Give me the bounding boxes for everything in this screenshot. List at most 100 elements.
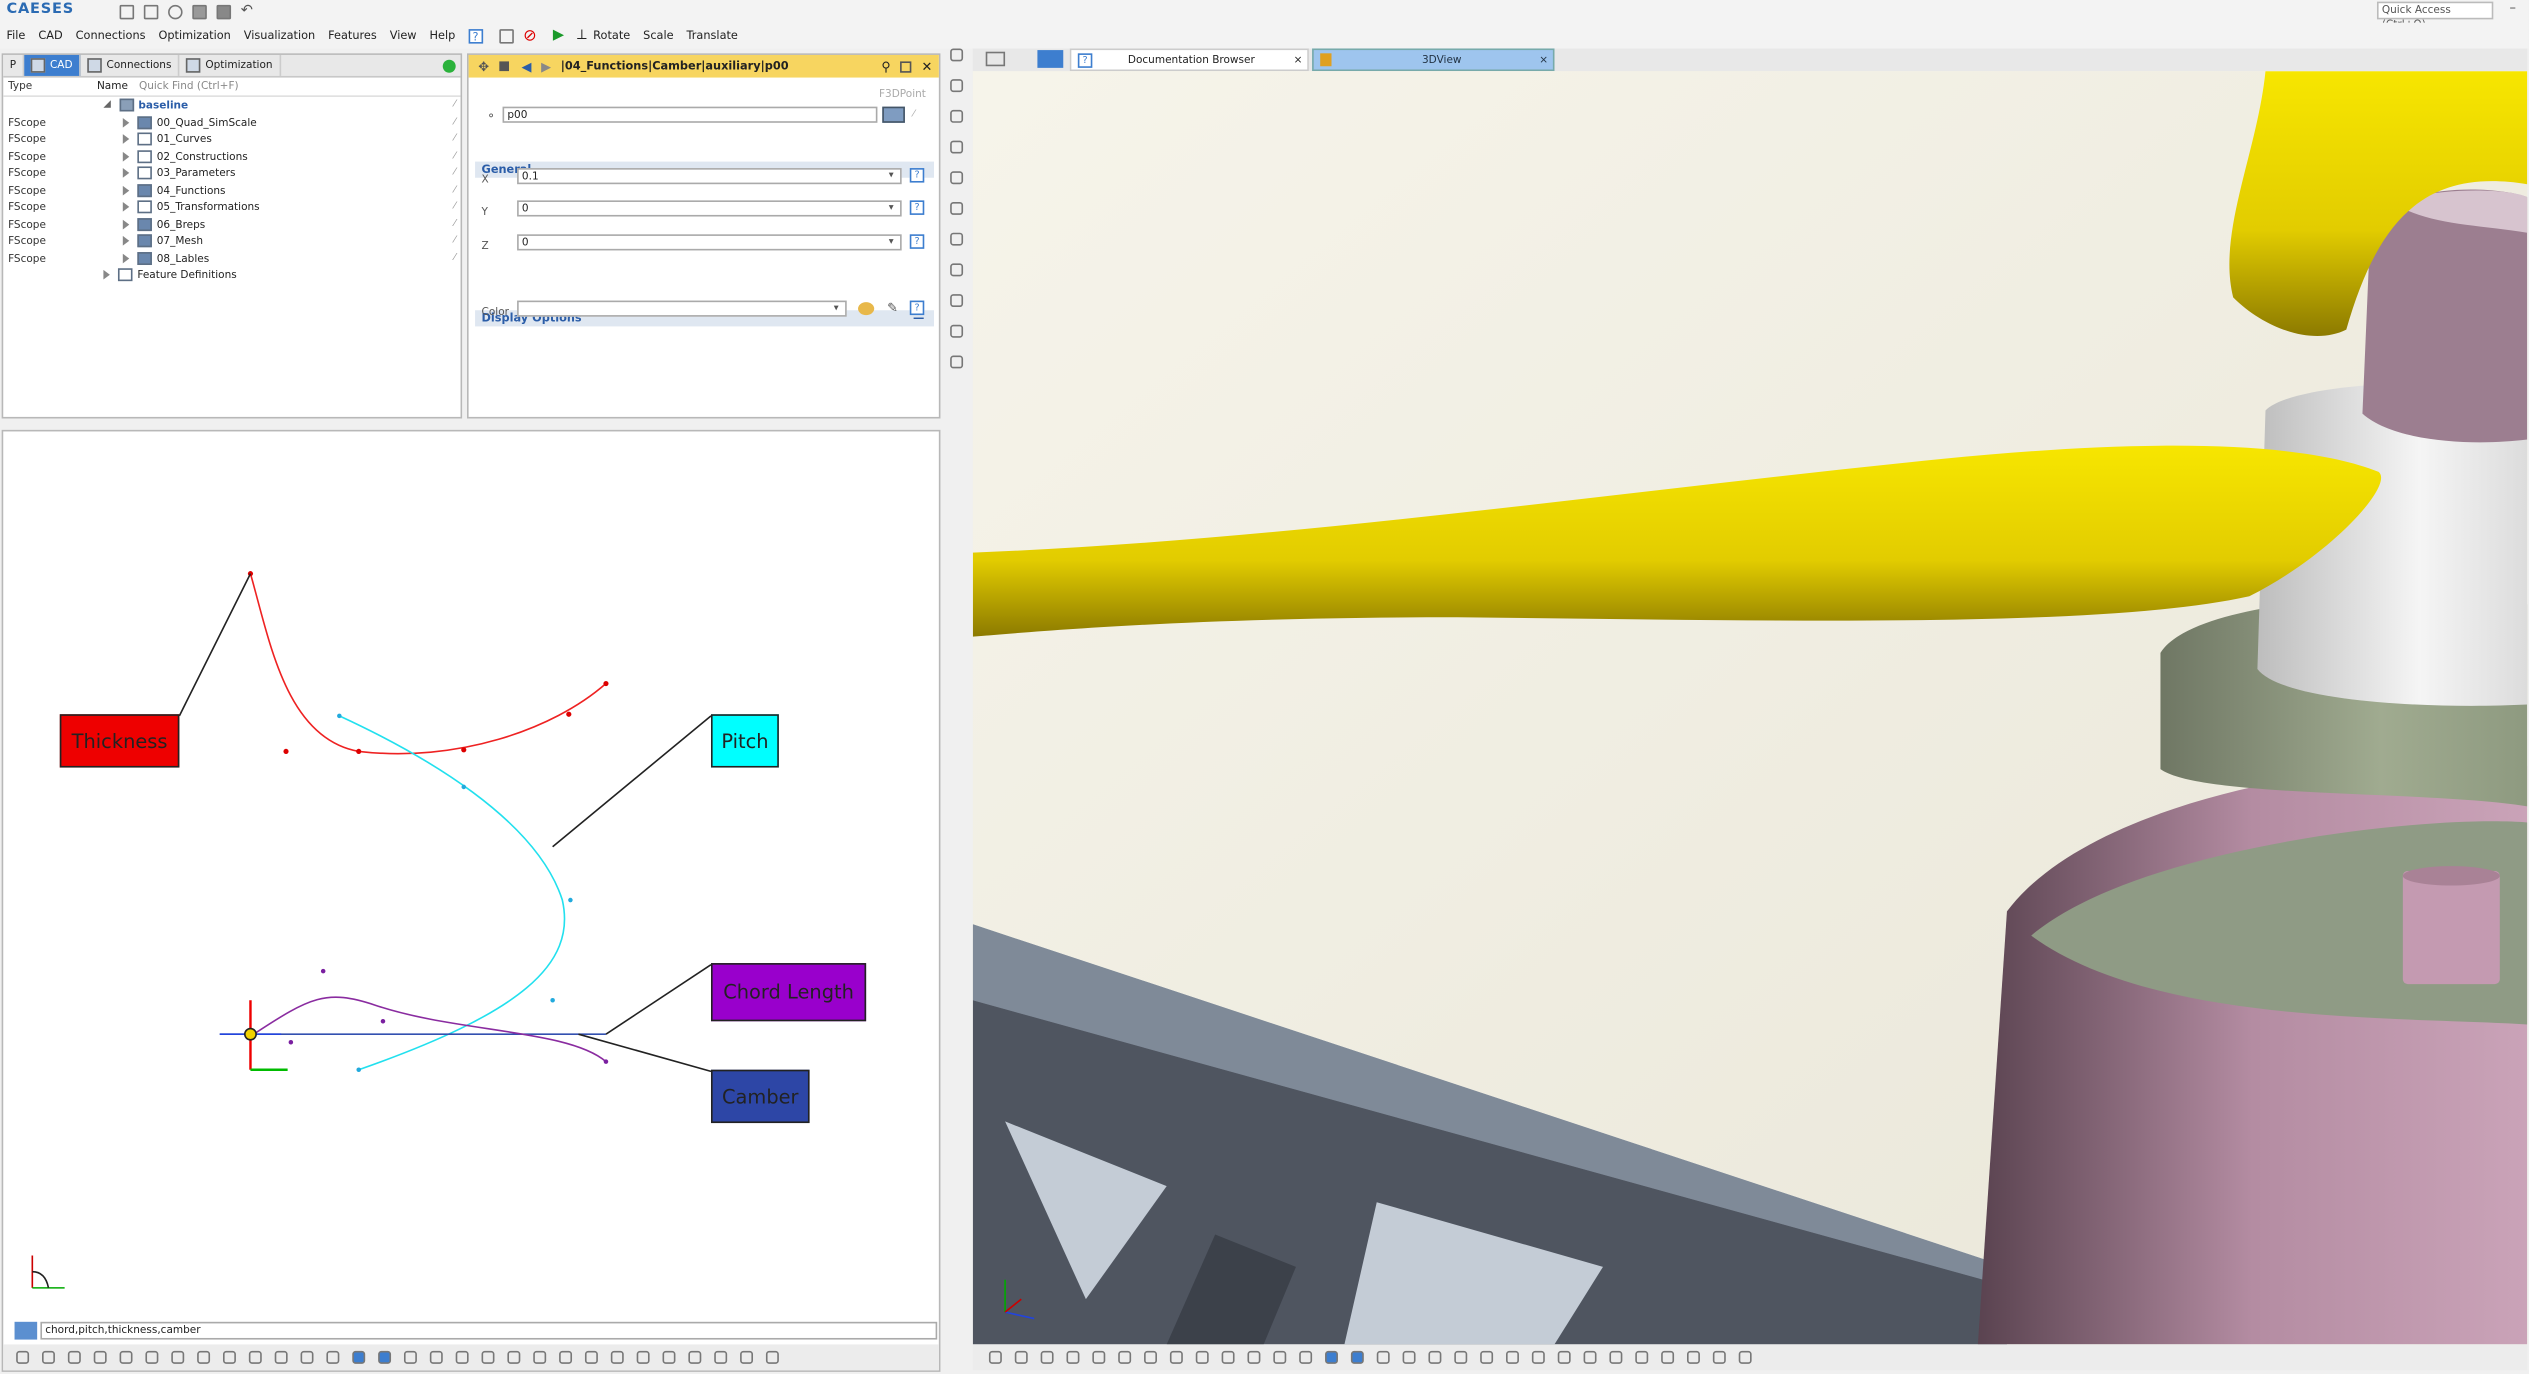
copy-small-icon[interactable] [900, 60, 912, 72]
sketch-tool-icon[interactable] [42, 1350, 55, 1364]
view-tool-icon[interactable] [1221, 1350, 1235, 1364]
expand-icon[interactable] [122, 117, 130, 128]
view-tool-icon[interactable] [1169, 1350, 1183, 1364]
tab-connections[interactable]: Connections [81, 54, 180, 76]
x-dropdown-icon[interactable]: ▾ [889, 170, 894, 181]
back-icon[interactable]: ◀ [521, 59, 531, 74]
color-help-icon[interactable]: ? [909, 300, 925, 316]
sketch-tool-icon[interactable] [507, 1350, 521, 1364]
sketch-tool-icon[interactable] [662, 1350, 676, 1364]
view-tool-icon[interactable] [1480, 1350, 1494, 1364]
edit-icon[interactable]: ⁄ [454, 114, 456, 131]
sketch-tool-icon[interactable] [403, 1350, 417, 1364]
sketch-tool-icon[interactable] [93, 1350, 107, 1364]
tab-documentation[interactable]: ? Documentation Browser × [1069, 48, 1309, 72]
color-field[interactable] [517, 300, 847, 317]
view-tool-icon[interactable] [1299, 1350, 1313, 1364]
view-tool-icon[interactable] [1506, 1350, 1519, 1364]
stop-icon[interactable]: ⊘ [523, 27, 537, 45]
close-project-icon[interactable] [168, 4, 183, 19]
expand-icon[interactable] [122, 219, 130, 230]
rotate-icon[interactable]: ⟂ [577, 27, 587, 43]
view-tool-icon[interactable] [1118, 1350, 1132, 1364]
sketch-tool-icon[interactable] [171, 1350, 185, 1364]
z-field[interactable]: 0 [517, 234, 902, 251]
menu-connections[interactable]: Connections [76, 29, 146, 42]
sketch-tool-icon[interactable] [119, 1350, 133, 1364]
tab-optimization[interactable]: Optimization [180, 54, 281, 76]
view-tool-icon[interactable] [1428, 1350, 1442, 1364]
x-help-icon[interactable]: ? [909, 168, 925, 183]
view-tool-icon[interactable] [1583, 1350, 1597, 1364]
y-dropdown-icon[interactable]: ▾ [889, 202, 894, 213]
close-3d-tab-icon[interactable]: × [1539, 53, 1548, 66]
tree-item[interactable]: FScope 01_Curves ⁄ [3, 131, 460, 148]
sketch-tool-icon[interactable] [533, 1350, 547, 1364]
view-tool-icon[interactable] [1066, 1350, 1080, 1364]
sketch-viewport[interactable]: Thickness Pitch Chord Length Camber chor… [1, 429, 941, 1372]
rotate-button[interactable]: Rotate [593, 29, 630, 42]
tab-p[interactable]: P [3, 54, 25, 76]
menu-optimization[interactable]: Optimization [158, 29, 230, 42]
side-tool-icon[interactable] [950, 324, 964, 338]
side-tool-icon[interactable] [950, 263, 964, 277]
z-help-icon[interactable]: ? [909, 234, 925, 249]
view-tool-icon[interactable] [1014, 1350, 1028, 1364]
view-tool-icon[interactable] [988, 1350, 1002, 1364]
sketch-tool-icon[interactable] [636, 1350, 650, 1364]
expand-icon[interactable] [122, 168, 130, 179]
view-tool-icon[interactable] [1195, 1350, 1209, 1364]
edit-icon[interactable]: ⁄ [454, 250, 456, 267]
side-tool-icon[interactable] [950, 109, 964, 123]
view-tool-icon[interactable] [1712, 1350, 1726, 1364]
sketch-tool-icon[interactable] [429, 1350, 443, 1364]
minimize-icon[interactable]: – [2509, 0, 2515, 15]
menu-features[interactable]: Features [328, 29, 377, 42]
tree-item[interactable]: FScope 00_Quad_SimScale ⁄ [3, 114, 460, 131]
run-icon[interactable]: ▶ [553, 27, 564, 43]
edit-name-icon[interactable]: ⁄ [913, 108, 915, 119]
forward-icon[interactable]: ▶ [541, 59, 551, 74]
stop-small-icon[interactable] [498, 61, 509, 72]
side-tool-icon[interactable] [950, 355, 964, 369]
view-tool-icon[interactable] [1376, 1350, 1390, 1364]
expand-icon[interactable] [122, 151, 130, 162]
side-tool-icon[interactable] [950, 79, 964, 93]
edit-icon[interactable]: ⁄ [454, 216, 456, 233]
save-icon[interactable] [192, 4, 207, 19]
sketch-tool-icon[interactable] [300, 1350, 314, 1364]
view-tool-icon[interactable] [1661, 1350, 1675, 1364]
menu-cad[interactable]: CAD [38, 29, 62, 42]
new-icon[interactable] [119, 4, 135, 19]
expand-icon[interactable] [103, 270, 110, 280]
save-as-icon[interactable] [216, 4, 232, 19]
tree-item[interactable]: FScope 07_Mesh ⁄ [3, 233, 460, 250]
edit-icon[interactable]: ⁄ [454, 131, 456, 148]
edit-color-icon[interactable]: ✎ [887, 301, 898, 316]
view-tool-icon[interactable] [1738, 1350, 1752, 1364]
menu-view[interactable]: View [390, 29, 417, 42]
sketch-tool-icon[interactable] [16, 1350, 30, 1364]
sketch-canvas[interactable] [3, 431, 939, 1304]
translate-button[interactable]: Translate [687, 29, 738, 42]
sketch-tool-icon[interactable] [145, 1350, 159, 1364]
menu-help[interactable]: Help [430, 29, 456, 42]
tab-cad[interactable]: CAD [24, 54, 81, 76]
undo-icon[interactable]: ↶ [241, 3, 253, 19]
sketch-tool-icon[interactable] [688, 1350, 702, 1364]
sketch-tool-icon[interactable] [274, 1350, 288, 1364]
sketch-tool-icon[interactable] [67, 1350, 81, 1364]
sketch-tool-icon[interactable] [378, 1350, 392, 1364]
side-tool-icon[interactable] [950, 232, 964, 246]
expand-icon[interactable] [122, 202, 130, 213]
view-mode-icon[interactable] [1037, 50, 1064, 68]
expand-icon[interactable] [122, 236, 130, 247]
side-tool-icon[interactable] [950, 201, 964, 215]
sketch-tool-icon[interactable] [481, 1350, 495, 1364]
filter-search-icon[interactable] [14, 1321, 38, 1340]
sketch-tool-icon[interactable] [326, 1350, 340, 1364]
tree-item[interactable]: FScope 03_Parameters ⁄ [3, 165, 460, 182]
y-help-icon[interactable]: ? [909, 200, 925, 215]
z-dropdown-icon[interactable]: ▾ [889, 236, 894, 247]
tree-item[interactable]: FScope 04_Functions ⁄ [3, 182, 460, 199]
